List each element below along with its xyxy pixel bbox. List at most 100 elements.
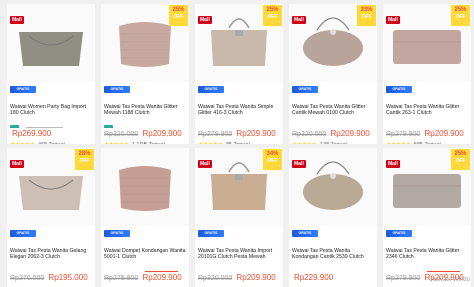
product-title[interactable]: Waiwai Tas Pesta Wanita Gelang Elegan 20… bbox=[10, 248, 92, 261]
product-tags: Diskon Rp15,000 Kembali Hemat bbox=[104, 263, 186, 272]
activate-windows-watermark: Activate Windo bbox=[429, 277, 470, 283]
product-card[interactable]: 25% OFF GRATIS ONGKIR Waiwai Tas Pesta Wa… bbox=[101, 4, 189, 144]
handbag-image bbox=[119, 166, 171, 211]
sale-price: Rp209.900 bbox=[236, 273, 276, 282]
price-row: Rp279.900 Rp209.900 bbox=[198, 129, 280, 138]
discount-off-label: OFF bbox=[455, 158, 466, 164]
discount-badge: 28% OFF bbox=[75, 149, 94, 170]
free-shipping-badge: GRATIS ONGKIR bbox=[104, 86, 130, 98]
promo-tag: Kembali Hemat bbox=[145, 271, 179, 272]
price-row: Rp279.900 Rp209.900 bbox=[386, 129, 468, 138]
sale-price: Rp209.900 bbox=[142, 273, 182, 282]
product-card[interactable]: Mall GRATIS ONGKIR Waiwai Women Party Ba… bbox=[7, 4, 95, 144]
product-title[interactable]: Waiwai Women Party Bag Import 180 Clutch bbox=[10, 104, 92, 117]
discount-percent: 25% bbox=[454, 151, 467, 157]
product-card[interactable]: Mall 25% OFF GRATIS ONGKIR Waiwai Tas Pes… bbox=[383, 148, 471, 287]
product-image[interactable]: Mall bbox=[7, 4, 95, 82]
original-price: Rp279.900 bbox=[386, 131, 421, 138]
discount-off-label: OFF bbox=[79, 158, 90, 164]
promo-tag: Kembali Hemat bbox=[427, 271, 461, 272]
star-rating-icon: ★★★★★ bbox=[292, 142, 317, 144]
product-card[interactable]: Mall 25% OFF GRATIS ONGKIR Waiwai Tas Pes… bbox=[383, 4, 471, 144]
sold-count: 148 Terjual bbox=[320, 142, 347, 144]
product-title[interactable]: Waiwai Dompet Kondangan Wanita 5001-1 Cl… bbox=[104, 248, 186, 261]
mall-badge: Mall bbox=[292, 160, 306, 168]
product-card[interactable]: GRATIS ONGKIR Waiwai Dompet Kondangan Wa… bbox=[101, 148, 189, 287]
discount-badge: 25% OFF bbox=[169, 5, 188, 26]
discount-off-label: OFF bbox=[267, 158, 278, 164]
product-title[interactable]: Waiwai Tas Pesta Wanita Glitter 2346 Clu… bbox=[386, 248, 468, 261]
discount-off-label: OFF bbox=[267, 14, 278, 20]
original-price: Rp270.000 bbox=[10, 275, 45, 282]
product-title[interactable]: Waiwai Tas Pesta Wanita Kondangan Cantik… bbox=[292, 248, 374, 261]
original-price: Rp320.000 bbox=[292, 131, 327, 138]
product-image[interactable]: Mall 25% OFF bbox=[195, 4, 283, 82]
rating-row: ★★★★★ 585 Terjual bbox=[386, 141, 468, 144]
sale-price: Rp229.900 bbox=[294, 273, 334, 282]
discount-badge: 34% OFF bbox=[263, 149, 282, 170]
product-card[interactable]: Mall 34% OFF GRATIS ONGKIR Waiwai Tas Pes… bbox=[195, 148, 283, 287]
product-card[interactable]: Mall 25% OFF GRATIS ONGKIR Waiwai Tas Pes… bbox=[195, 4, 283, 144]
mall-badge: Mall bbox=[10, 160, 24, 168]
price-row: Rp320.000 Rp209.900 bbox=[292, 129, 374, 138]
price-row: Rp270.000 Rp195.000 bbox=[10, 273, 92, 282]
star-rating-icon: ★★★★★ bbox=[104, 142, 129, 144]
product-card[interactable]: Mall 33% OFF GRATIS ONGKIR Waiwai Tas Pes… bbox=[289, 4, 377, 144]
product-tags: Diskon Rp15,000 bbox=[198, 263, 280, 272]
product-tags bbox=[104, 119, 186, 128]
product-image[interactable]: Mall bbox=[289, 148, 377, 226]
product-image[interactable]: Mall 34% OFF bbox=[195, 148, 283, 226]
discount-badge: 25% OFF bbox=[451, 149, 470, 170]
sold-count: 1,1RB Terjual bbox=[132, 142, 165, 144]
rating-row: ★★★★★ 468 Terjual bbox=[10, 141, 92, 144]
product-title[interactable]: Waiwai Tas Pesta Wanita Glitter Cantik M… bbox=[292, 104, 374, 117]
sold-count: 85 Terjual bbox=[226, 142, 250, 144]
price-row: Rp269.900 bbox=[10, 129, 92, 138]
price-row: Rp279.900 Rp209.900 bbox=[104, 273, 186, 282]
discount-percent: 25% bbox=[454, 7, 467, 13]
product-title[interactable]: Waiwai Tas Pesta Wanita Import 20101G Cl… bbox=[198, 248, 280, 261]
price-row: Rp320.000 Rp209.900 bbox=[104, 129, 186, 138]
promo-tag: PSN & diskon Rp bbox=[26, 127, 64, 128]
rating-row: ★★★★★ 148 Terjual bbox=[292, 141, 374, 144]
free-shipping-badge: GRATIS ONGKIR bbox=[104, 230, 130, 242]
product-card[interactable]: Mall GRATIS ONGKIR Waiwai Tas Pesta Wani… bbox=[289, 148, 377, 287]
mall-badge: Mall bbox=[10, 16, 24, 24]
free-shipping-badge: GRATIS ONGKIR bbox=[292, 86, 318, 98]
product-image[interactable]: Mall 25% OFF bbox=[383, 4, 471, 82]
product-image[interactable]: Mall 25% OFF bbox=[383, 148, 471, 226]
discount-off-label: OFF bbox=[173, 14, 184, 20]
free-shipping-badge: GRATIS ONGKIR bbox=[386, 230, 412, 242]
truck-icon bbox=[104, 125, 113, 128]
truck-icon bbox=[10, 125, 19, 128]
product-card[interactable]: Mall 28% OFF GRATIS ONGKIR Waiwai Tas Pes… bbox=[7, 148, 95, 287]
star-rating-icon: ★★★★★ bbox=[386, 142, 411, 144]
discount-badge: 25% OFF bbox=[451, 5, 470, 26]
product-title[interactable]: Waiwai Tas Pesta Wanita Glitter Cantik 2… bbox=[386, 104, 468, 117]
discount-percent: 33% bbox=[360, 7, 373, 13]
mall-badge: Mall bbox=[386, 16, 400, 24]
mall-badge: Mall bbox=[386, 160, 400, 168]
free-shipping-badge: GRATIS ONGKIR bbox=[386, 86, 412, 98]
free-shipping-badge: GRATIS ONGKIR bbox=[292, 230, 318, 242]
discount-percent: 34% bbox=[266, 151, 279, 157]
rating-row: ★★★★★ 1,1RB Terjual bbox=[104, 141, 186, 144]
original-price: Rp279.900 bbox=[386, 275, 421, 282]
product-image[interactable] bbox=[101, 148, 189, 226]
original-price: Rp320.000 bbox=[198, 275, 233, 282]
product-tags: Diskon Rp15,000 bbox=[292, 263, 374, 272]
product-title[interactable]: Waiwai Tas Pesta Wanita Simple Glitter 4… bbox=[198, 104, 280, 117]
product-image[interactable]: Mall 33% OFF bbox=[289, 4, 377, 82]
product-title[interactable]: Waiwai Tas Pesta Wanita Glitter Mewah 11… bbox=[104, 104, 186, 117]
discount-badge: 25% OFF bbox=[263, 5, 282, 26]
mall-badge: Mall bbox=[198, 16, 212, 24]
free-shipping-badge: GRATIS ONGKIR bbox=[198, 230, 224, 242]
product-image[interactable]: 25% OFF bbox=[101, 4, 189, 82]
sale-price: Rp209.900 bbox=[236, 129, 276, 138]
discount-percent: 25% bbox=[266, 7, 279, 13]
sale-price: Rp209.900 bbox=[330, 129, 370, 138]
star-rating-icon: ★★★★★ bbox=[198, 142, 223, 144]
free-shipping-badge: GRATIS ONGKIR bbox=[198, 86, 224, 98]
product-tags: Diskon Rp15,000 bbox=[10, 263, 92, 272]
product-image[interactable]: Mall 28% OFF bbox=[7, 148, 95, 226]
